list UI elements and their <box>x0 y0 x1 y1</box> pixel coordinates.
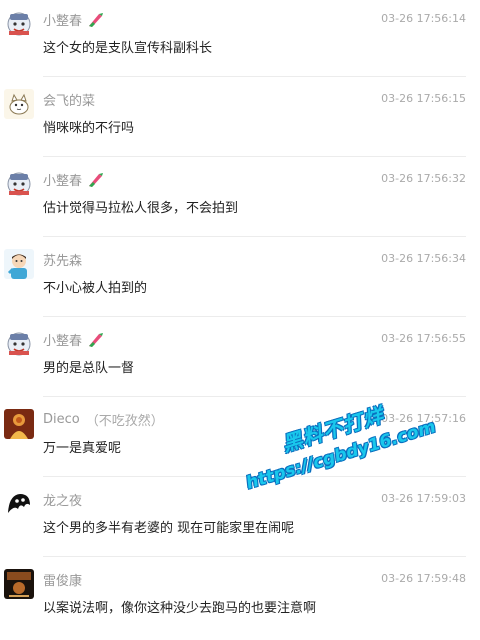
message-time: 03-26 17:56:32 <box>381 172 466 185</box>
sender-name[interactable]: 苏先森 <box>43 250 82 269</box>
feather-pen-icon <box>86 171 104 189</box>
sender-name-text: Dieco <box>43 412 80 427</box>
chat-message: 龙之夜 03-26 17:59:03 这个男的多半有老婆的 现在可能家里在闹呢 <box>0 480 480 560</box>
chat-message: 小整春 03-26 17:56:14 这个女的是支队宣传科副科长 <box>0 0 480 80</box>
message-time: 03-26 17:56:14 <box>381 12 466 25</box>
message-text: 这个男的多半有老婆的 现在可能家里在闹呢 <box>43 521 295 536</box>
sender-name-text: 龙之夜 <box>43 494 83 509</box>
sender-name[interactable]: 龙之夜 <box>43 490 82 509</box>
chat-message: Dieco （不吃孜然） 03-26 17:57:16 万一是真爱呢 <box>0 400 480 480</box>
sender-name-text: 雷俊康 <box>43 574 83 589</box>
sender-name[interactable]: Dieco （不吃孜然） <box>43 410 164 429</box>
message-text: 以案说法啊，像你这种没少去跑马的也要注意啊 <box>43 601 317 616</box>
chat-message: 会飞的菜 03-26 17:56:15 悄咪咪的不行吗 <box>0 80 480 160</box>
message-time: 03-26 17:56:34 <box>381 252 466 265</box>
sender-name-text: 会飞的菜 <box>43 94 96 109</box>
chat-message: 小整春 03-26 17:56:32 估计觉得马拉松人很多，不会拍到 <box>0 160 480 240</box>
chat-message: 小整春 03-26 17:56:55 男的是总队一督 <box>0 320 480 400</box>
cat-avatar[interactable] <box>4 89 34 119</box>
divider <box>43 316 466 317</box>
divider <box>43 556 466 557</box>
ghost-avatar[interactable] <box>4 489 34 519</box>
figure-avatar[interactable] <box>4 409 34 439</box>
feather-pen-icon <box>86 331 104 349</box>
message-time: 03-26 17:59:48 <box>381 572 466 585</box>
sender-name-text: 小整春 <box>43 334 83 349</box>
sender-name-text: 小整春 <box>43 174 83 189</box>
message-text: 悄咪咪的不行吗 <box>43 121 135 136</box>
poster-avatar[interactable] <box>4 569 34 599</box>
sender-name[interactable]: 小整春 <box>43 170 104 189</box>
sender-name[interactable]: 雷俊康 <box>43 570 82 589</box>
chat-message: 雷俊康 03-26 17:59:48 以案说法啊，像你这种没少去跑马的也要注意啊 <box>0 560 480 640</box>
sender-name[interactable]: 会飞的菜 <box>43 90 95 109</box>
divider <box>43 236 466 237</box>
sender-name-text: 小整春 <box>43 14 83 29</box>
chat-message: 苏先森 03-26 17:56:34 不小心被人拍到的 <box>0 240 480 320</box>
message-text: 男的是总队一督 <box>43 361 135 376</box>
boy-avatar[interactable] <box>4 249 34 279</box>
sender-remark: （不吃孜然） <box>85 414 164 429</box>
chat-list: 小整春 03-26 17:56:14 这个女的是支队宣传科副科长 会飞的菜 03… <box>0 0 480 626</box>
sender-name-text: 苏先森 <box>43 254 83 269</box>
snowman-avatar[interactable] <box>4 169 34 199</box>
message-text: 不小心被人拍到的 <box>43 281 148 296</box>
sender-name[interactable]: 小整春 <box>43 10 104 29</box>
message-time: 03-26 17:56:15 <box>381 92 466 105</box>
snowman-avatar[interactable] <box>4 329 34 359</box>
message-text: 万一是真爱呢 <box>43 441 122 456</box>
snowman-avatar[interactable] <box>4 9 34 39</box>
message-time: 03-26 17:57:16 <box>381 412 466 425</box>
divider <box>43 156 466 157</box>
message-time: 03-26 17:56:55 <box>381 332 466 345</box>
sender-name[interactable]: 小整春 <box>43 330 104 349</box>
feather-pen-icon <box>86 11 104 29</box>
message-text: 这个女的是支队宣传科副科长 <box>43 41 213 56</box>
divider <box>43 476 466 477</box>
message-time: 03-26 17:59:03 <box>381 492 466 505</box>
message-text: 估计觉得马拉松人很多，不会拍到 <box>43 201 239 216</box>
divider <box>43 76 466 77</box>
divider <box>43 396 466 397</box>
